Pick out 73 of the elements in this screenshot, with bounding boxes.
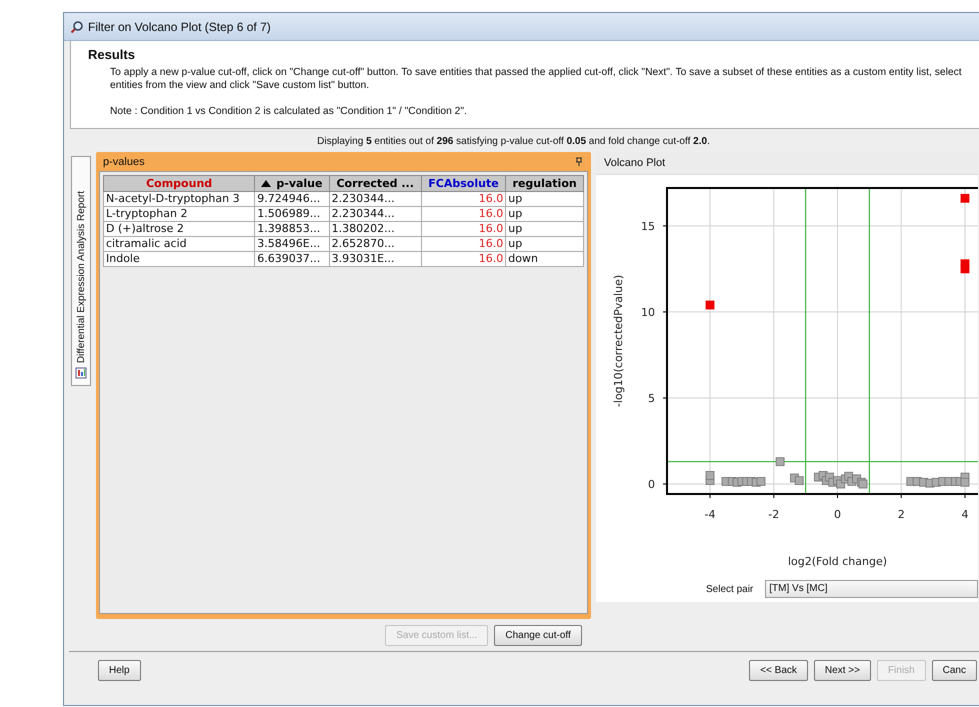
data-point bbox=[722, 477, 730, 486]
table-cell: Indole bbox=[104, 252, 255, 266]
data-point bbox=[706, 300, 714, 310]
tick-label: 4 bbox=[961, 508, 968, 521]
data-point bbox=[794, 476, 804, 485]
table-cell: 2.652870... bbox=[329, 236, 422, 252]
tick-label: 0 bbox=[648, 478, 655, 492]
data-point bbox=[960, 478, 970, 487]
tick-label: -2 bbox=[768, 508, 780, 521]
table-cell: 16.0 bbox=[421, 236, 506, 252]
wizard-button[interactable]: Next >> bbox=[814, 660, 871, 681]
data-point bbox=[776, 457, 785, 466]
table-cell: citramalic acid bbox=[104, 236, 255, 252]
table-cell: 2.230344... bbox=[329, 192, 422, 206]
side-tab[interactable]: Differential Expression Analysis Report bbox=[71, 156, 91, 386]
action-button[interactable]: Change cut-off bbox=[494, 625, 582, 646]
table-cell: 16.0 bbox=[421, 206, 506, 222]
summary-text: Displaying 5 entities out of 296 satisfying p-value cut-off 0.05 and fold change cut-off 2.0. bbox=[317, 136, 710, 147]
table-cell: up bbox=[506, 192, 584, 206]
wizard-button[interactable]: << Back bbox=[749, 660, 808, 681]
tick-label: 10 bbox=[641, 306, 655, 319]
column-header[interactable]: p-value bbox=[254, 176, 330, 192]
instructions-text: To apply a new p-value cut-off, click on "Change cut-off" button. To save entities that passed the applied cut-off, click "Next". To save a subset of these entities as a custom entity list, select entities from the view and click "Save custom list" button. bbox=[110, 66, 963, 92]
table-cell: D (+)altrose 2 bbox=[104, 222, 255, 236]
pair-dropdown[interactable]: [TM] Vs [MC] bbox=[765, 580, 978, 598]
panel-title: Volcano Plot bbox=[604, 157, 666, 169]
table-cell: 2.230344... bbox=[329, 206, 422, 222]
table-cell: 16.0 bbox=[421, 222, 506, 236]
table-cell: 3.58496E... bbox=[254, 236, 330, 252]
x-axis-label: log2(Fold change) bbox=[788, 555, 888, 568]
column-header[interactable]: Corrected ... bbox=[329, 176, 422, 192]
table-cell: 16.0 bbox=[421, 252, 506, 266]
tick-label: 5 bbox=[648, 392, 655, 405]
y-axis-label: -log10(correctedPvalue) bbox=[612, 274, 625, 408]
table-cell: up bbox=[506, 222, 584, 236]
table-cell: 3.93031E... bbox=[329, 252, 422, 266]
column-header[interactable]: FCAbsolute bbox=[421, 176, 506, 192]
panel-title: p-values bbox=[103, 156, 145, 168]
select-pair-label: Select pair bbox=[706, 584, 754, 594]
data-point bbox=[960, 264, 970, 274]
tick-label: -4 bbox=[704, 508, 716, 521]
table-cell: 1.398853... bbox=[254, 222, 330, 236]
data-point bbox=[960, 194, 970, 203]
table-cell: down bbox=[506, 252, 584, 266]
chart-icon bbox=[75, 367, 87, 379]
tick-label: 2 bbox=[898, 508, 905, 521]
data-point bbox=[756, 477, 766, 486]
table-cell: up bbox=[506, 206, 584, 222]
table-cell: up bbox=[506, 236, 584, 252]
table-cell: N-acetyl-D-tryptophan 3 bbox=[104, 192, 255, 206]
table-cell: 1.506989... bbox=[254, 206, 330, 222]
column-header[interactable]: Compound bbox=[104, 176, 255, 192]
data-point bbox=[906, 477, 916, 486]
window-title: Filter on Volcano Plot (Step 6 of 7) bbox=[88, 20, 271, 34]
table-cell: 9.724946... bbox=[254, 192, 330, 206]
tick-label: 0 bbox=[834, 508, 841, 521]
results-heading: Results bbox=[88, 47, 136, 62]
column-header[interactable]: regulation bbox=[506, 176, 584, 192]
sort-ascending-icon bbox=[261, 180, 272, 187]
table-cell: 6.639037... bbox=[254, 252, 330, 266]
table-cell: 16.0 bbox=[421, 192, 506, 206]
help-button[interactable]: Help bbox=[98, 660, 141, 681]
pin-icon[interactable] bbox=[575, 157, 583, 167]
tick-label: 15 bbox=[641, 220, 655, 233]
table-cell: L-tryptophan 2 bbox=[104, 206, 255, 222]
wizard-button[interactable]: Canc bbox=[932, 660, 977, 681]
data-point bbox=[706, 471, 714, 480]
data-point bbox=[932, 478, 941, 487]
data-point bbox=[858, 480, 868, 488]
magnifier-icon bbox=[70, 20, 84, 34]
note-text: Note : Condition 1 vs Condition 2 is calculated as "Condition 1" / "Condition 2". bbox=[110, 105, 468, 118]
table-cell: 1.380202... bbox=[329, 222, 422, 236]
data-point bbox=[926, 478, 934, 488]
